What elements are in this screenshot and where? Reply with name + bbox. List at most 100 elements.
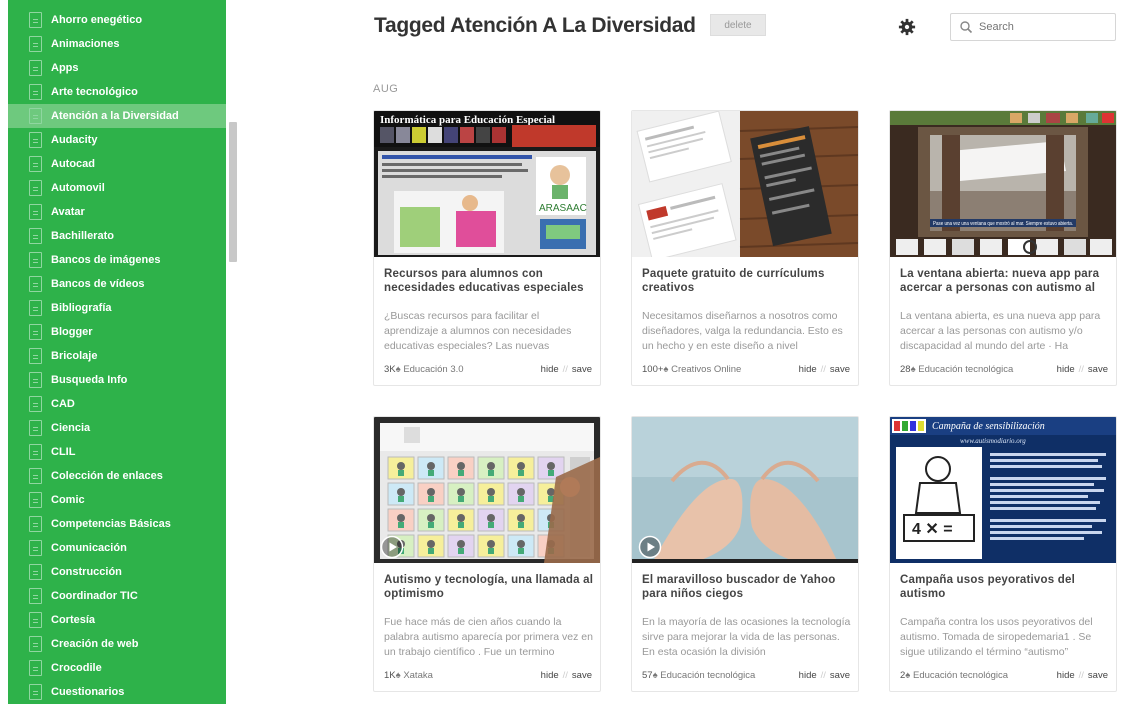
article-title[interactable]: Autismo y tecnología, una llamada al opt… bbox=[384, 573, 594, 601]
article-card[interactable]: Pase una vez una ventana que mostró al m… bbox=[889, 110, 1117, 386]
save-button[interactable]: save bbox=[572, 670, 592, 681]
article-card[interactable]: El maravilloso buscador de Yahoo para ni… bbox=[631, 416, 859, 692]
hide-button[interactable]: hide bbox=[1057, 670, 1075, 681]
sidebar-item-label: Avatar bbox=[51, 206, 85, 218]
sidebar-item-cad[interactable]: CAD bbox=[8, 392, 226, 416]
article-thumbnail[interactable]: Informática para Educación Especial ARASA… bbox=[374, 111, 600, 257]
sidebar-item-bancos-de-videos[interactable]: Bancos de vídeos bbox=[8, 272, 226, 296]
sidebar-item-comunicacion[interactable]: Comunicación bbox=[8, 536, 226, 560]
sidebar-item-apps[interactable]: Apps bbox=[8, 56, 226, 80]
gear-icon[interactable] bbox=[898, 18, 916, 36]
document-icon bbox=[29, 444, 42, 460]
sidebar-item-competencias-basicas[interactable]: Competencias Básicas bbox=[8, 512, 226, 536]
article-title[interactable]: El maravilloso buscador de Yahoo para ni… bbox=[642, 573, 852, 601]
sidebar-item-animaciones[interactable]: Animaciones bbox=[8, 32, 226, 56]
article-excerpt: ¿Buscas recursos para facilitar el apren… bbox=[384, 310, 572, 352]
sidebar-item-bricolaje[interactable]: Bricolaje bbox=[8, 344, 226, 368]
document-icon bbox=[29, 12, 42, 28]
search-box[interactable] bbox=[950, 13, 1116, 41]
article-thumbnail[interactable] bbox=[632, 111, 858, 257]
article-excerpt: Campaña contra los usos peyorativos del … bbox=[900, 616, 1093, 658]
sidebar-item-busqueda-info[interactable]: Busqueda Info bbox=[8, 368, 226, 392]
article-thumbnail[interactable] bbox=[632, 417, 858, 563]
sidebar-item-arte-tecnologico[interactable]: Arte tecnológico bbox=[8, 80, 226, 104]
sidebar-item-label: Colección de enlaces bbox=[51, 470, 163, 482]
source-name[interactable]: Educación 3.0 bbox=[403, 364, 463, 375]
document-icon bbox=[29, 396, 42, 412]
sidebar-item-coordinador-tic[interactable]: Coordinador TIC bbox=[8, 584, 226, 608]
document-icon bbox=[29, 60, 42, 76]
sidebar-item-atencion-a-la-diversidad[interactable]: Atención a la Diversidad bbox=[8, 104, 226, 128]
sidebar-item-bachillerato[interactable]: Bachillerato bbox=[8, 224, 226, 248]
sidebar-scrollbar-thumb[interactable] bbox=[229, 122, 237, 262]
hide-button[interactable]: hide bbox=[1057, 364, 1075, 375]
hide-button[interactable]: hide bbox=[541, 364, 559, 375]
save-button[interactable]: save bbox=[1088, 670, 1108, 681]
article-title[interactable]: Recursos para alumnos con necesidades ed… bbox=[384, 267, 594, 295]
sidebar-item-avatar[interactable]: Avatar bbox=[8, 200, 226, 224]
sidebar-scrollbar[interactable] bbox=[226, 0, 240, 704]
sidebar-item-label: Ahorro enegético bbox=[51, 14, 143, 26]
document-icon bbox=[29, 492, 42, 508]
sidebar-item-clil[interactable]: CLIL bbox=[8, 440, 226, 464]
article-thumbnail[interactable]: Pase una vez una ventana que mostró al m… bbox=[890, 111, 1116, 257]
sidebar-item-ciencia[interactable]: Ciencia bbox=[8, 416, 226, 440]
article-thumbnail[interactable]: Campaña de sensibilización www.autismodia… bbox=[890, 417, 1116, 563]
save-button[interactable]: save bbox=[830, 670, 850, 681]
document-icon bbox=[29, 516, 42, 532]
sidebar-item-construccion[interactable]: Construcción bbox=[8, 560, 226, 584]
article-excerpt: En la mayoría de las ocasiones la tecnol… bbox=[642, 616, 851, 658]
source-name[interactable]: Educación tecnológica bbox=[913, 670, 1008, 681]
action-separator: // bbox=[1078, 364, 1084, 375]
sidebar-item-label: Bancos de imágenes bbox=[51, 254, 161, 266]
article-meta: 3K♠ Educación 3.0 bbox=[384, 364, 464, 375]
document-icon bbox=[29, 204, 42, 220]
hide-button[interactable]: hide bbox=[799, 670, 817, 681]
source-name[interactable]: Educación tecnológica bbox=[918, 364, 1013, 375]
document-icon bbox=[29, 660, 42, 676]
flame-icon: ♠ bbox=[910, 364, 916, 375]
save-button[interactable]: save bbox=[830, 364, 850, 375]
sidebar-item-creacion-de-web[interactable]: Creación de web bbox=[8, 632, 226, 656]
article-card[interactable]: Paquete gratuito de currículums creativo… bbox=[631, 110, 859, 386]
sidebar-item-crocodile[interactable]: Crocodile bbox=[8, 656, 226, 680]
hide-button[interactable]: hide bbox=[799, 364, 817, 375]
document-icon bbox=[29, 276, 42, 292]
article-card[interactable]: Informática para Educación Especial ARASA… bbox=[373, 110, 601, 386]
document-icon bbox=[29, 300, 42, 316]
delete-tag-button[interactable]: delete bbox=[710, 14, 766, 36]
sidebar-item-cuestionarios[interactable]: Cuestionarios bbox=[8, 680, 226, 704]
article-thumbnail[interactable] bbox=[374, 417, 600, 563]
sidebar-item-label: Bancos de vídeos bbox=[51, 278, 145, 290]
sidebar-item-automovil[interactable]: Automovil bbox=[8, 176, 226, 200]
article-title[interactable]: Campaña usos peyorativos del autismo bbox=[900, 573, 1110, 601]
sidebar-item-blogger[interactable]: Blogger bbox=[8, 320, 226, 344]
article-card[interactable]: Autismo y tecnología, una llamada al opt… bbox=[373, 416, 601, 692]
source-name[interactable]: Creativos Online bbox=[671, 364, 741, 375]
search-input[interactable] bbox=[979, 21, 1099, 33]
source-name[interactable]: Xataka bbox=[403, 670, 433, 681]
article-title[interactable]: La ventana abierta: nueva app para acerc… bbox=[900, 267, 1110, 295]
sidebar-item-bancos-de-imagenes[interactable]: Bancos de imágenes bbox=[8, 248, 226, 272]
sidebar-item-coleccion-de-enlaces[interactable]: Colección de enlaces bbox=[8, 464, 226, 488]
sidebar-item-bibliografia[interactable]: Bibliografía bbox=[8, 296, 226, 320]
sidebar-item-label: Animaciones bbox=[51, 38, 120, 50]
sidebar-item-label: Apps bbox=[51, 62, 79, 74]
sidebar-item-autocad[interactable]: Autocad bbox=[8, 152, 226, 176]
article-actions: hide// save bbox=[1057, 670, 1108, 681]
play-icon[interactable] bbox=[638, 535, 662, 559]
sidebar-item-comic[interactable]: Comic bbox=[8, 488, 226, 512]
sidebar-item-audacity[interactable]: Audacity bbox=[8, 128, 226, 152]
save-button[interactable]: save bbox=[1088, 364, 1108, 375]
document-icon bbox=[29, 468, 42, 484]
sidebar-item-label: Arte tecnológico bbox=[51, 86, 138, 98]
play-icon[interactable] bbox=[380, 535, 404, 559]
sidebar-item-cortesia[interactable]: Cortesía bbox=[8, 608, 226, 632]
source-name[interactable]: Educación tecnológica bbox=[660, 670, 755, 681]
sidebar-item-ahorro-enegetico[interactable]: Ahorro enegético bbox=[8, 8, 226, 32]
article-title[interactable]: Paquete gratuito de currículums creativo… bbox=[642, 267, 852, 295]
save-button[interactable]: save bbox=[572, 364, 592, 375]
document-icon bbox=[29, 636, 42, 652]
hide-button[interactable]: hide bbox=[541, 670, 559, 681]
article-card[interactable]: Campaña de sensibilización www.autismodia… bbox=[889, 416, 1117, 692]
